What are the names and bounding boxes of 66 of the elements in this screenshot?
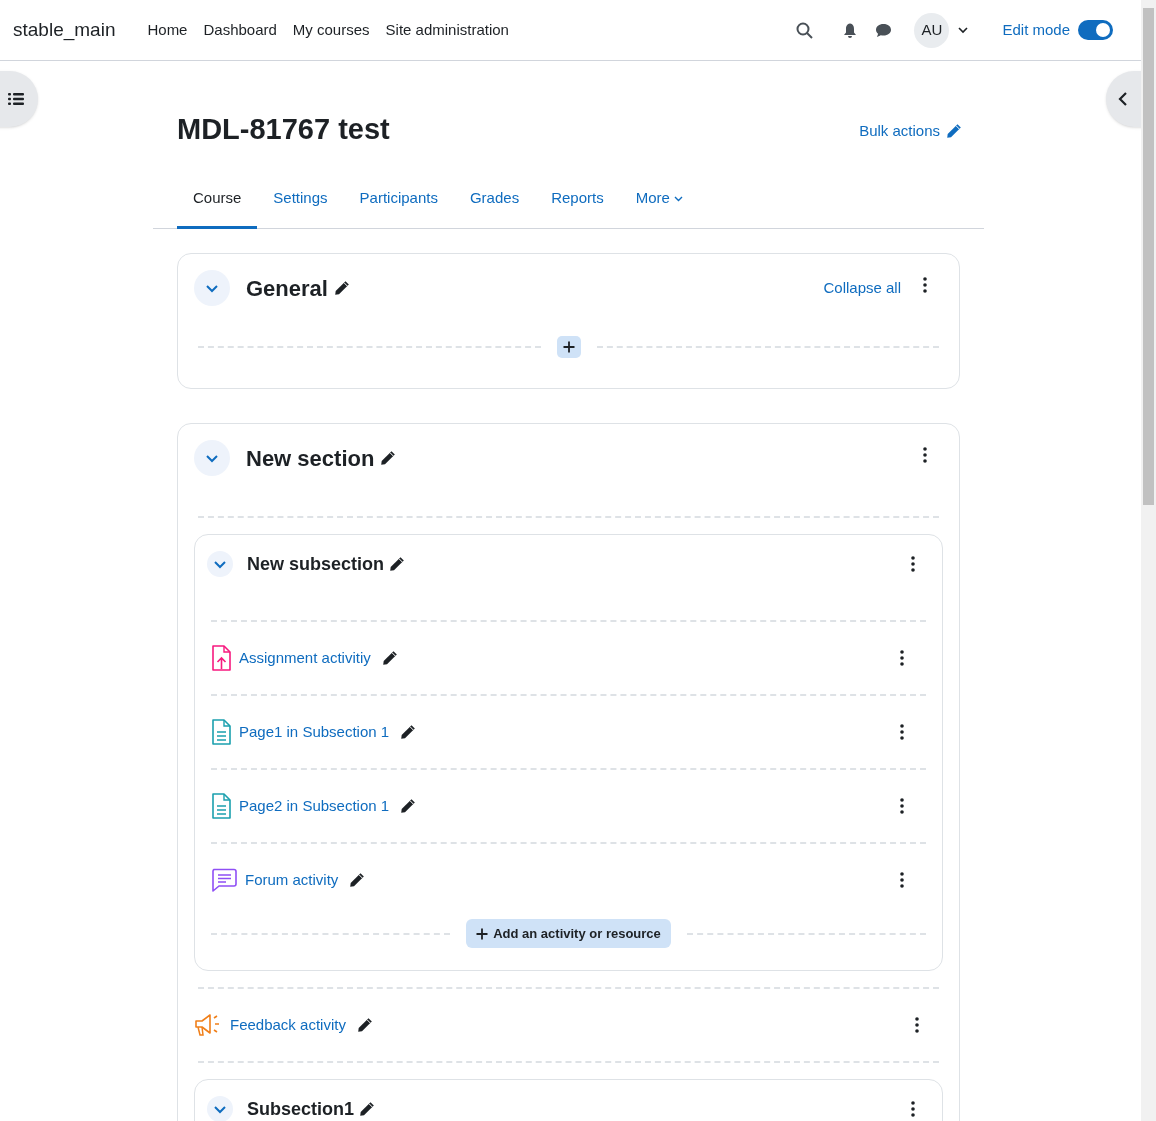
nav-link[interactable]: Dashboard [195, 18, 285, 42]
course-title: MDL-81767 test [177, 112, 390, 147]
collapse-toggle[interactable] [194, 440, 230, 476]
pencil-icon[interactable] [400, 798, 417, 814]
pencil-icon[interactable] [356, 1017, 373, 1033]
site-name[interactable]: stable_main [13, 15, 116, 45]
section-title: New section [246, 444, 375, 473]
nav-link[interactable]: Home [139, 18, 196, 42]
edit-mode-toggle[interactable] [1078, 20, 1113, 40]
search-icon[interactable] [796, 21, 814, 39]
section-title: General [246, 274, 328, 303]
pencil-icon[interactable] [381, 650, 398, 666]
document-icon [211, 793, 231, 819]
document-icon [211, 719, 231, 745]
more-options-icon[interactable] [915, 1017, 919, 1033]
collapse-toggle[interactable] [207, 1096, 233, 1121]
activity-link[interactable]: Feedback activity [230, 1013, 346, 1037]
megaphone-icon [194, 1013, 222, 1037]
more-options-icon[interactable] [900, 650, 904, 666]
activity-link[interactable]: Forum activity [245, 868, 339, 892]
tab[interactable]: Settings [257, 171, 344, 229]
collapse-all-link[interactable]: Collapse all [823, 276, 901, 300]
user-avatar[interactable]: AU [914, 12, 950, 48]
bell-icon[interactable] [843, 22, 858, 38]
edit-mode-label: Edit mode [1002, 19, 1070, 40]
tab[interactable]: Grades [453, 171, 536, 229]
list-icon [8, 92, 24, 106]
subsection-title: Subsection1 [247, 1097, 355, 1121]
nav-link[interactable]: Site administration [377, 18, 517, 42]
plus-icon [476, 927, 489, 940]
tab[interactable]: Reports [535, 171, 620, 229]
caret-icon [673, 195, 683, 202]
activity-link[interactable]: Assignment activitiy [239, 646, 371, 670]
more-options-icon[interactable] [900, 724, 904, 740]
file-upload-icon [211, 645, 231, 671]
nav-link[interactable]: My courses [284, 18, 378, 42]
chat-bubble-icon [211, 868, 237, 892]
collapse-toggle[interactable] [194, 270, 230, 306]
more-options-icon[interactable] [923, 447, 927, 463]
add-section-button[interactable] [556, 336, 581, 358]
more-options-icon[interactable] [911, 556, 915, 572]
pencil-icon [946, 123, 962, 139]
tab[interactable]: More [619, 171, 699, 229]
scrollbar[interactable] [1141, 0, 1156, 1121]
pencil-icon[interactable] [349, 872, 366, 888]
pencil-icon[interactable] [400, 724, 417, 740]
plus-icon [562, 341, 575, 353]
more-options-icon[interactable] [911, 1101, 915, 1117]
collapse-toggle[interactable] [207, 551, 233, 577]
subsection-title: New subsection [247, 552, 385, 576]
tab[interactable]: Participants [343, 171, 454, 229]
more-options-icon[interactable] [923, 277, 927, 293]
activity-link[interactable]: Page2 in Subsection 1 [239, 794, 390, 818]
add-activity-button[interactable]: Add an activity or resource [466, 919, 671, 948]
more-options-icon[interactable] [900, 872, 904, 888]
chevron-left-icon [1118, 91, 1128, 107]
pencil-icon[interactable] [333, 280, 350, 296]
more-options-icon[interactable] [900, 798, 904, 814]
activity-link[interactable]: Page1 in Subsection 1 [239, 720, 390, 744]
bulk-actions-link[interactable]: Bulk actions [859, 119, 962, 143]
caret-icon[interactable] [958, 26, 969, 34]
chat-icon[interactable] [875, 22, 893, 38]
pencil-icon[interactable] [380, 450, 397, 466]
pencil-icon[interactable] [389, 556, 406, 572]
tab[interactable]: Course [177, 171, 258, 229]
pencil-icon[interactable] [359, 1101, 376, 1117]
